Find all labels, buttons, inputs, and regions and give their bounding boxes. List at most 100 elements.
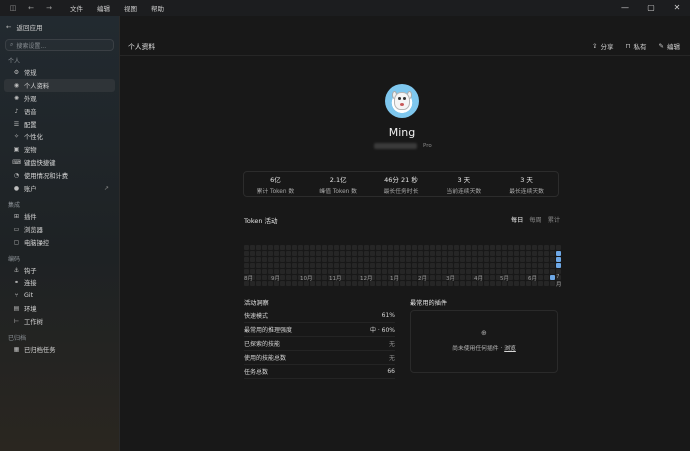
sidebar-item-computer-control[interactable]: ▢ 电脑操控 [4,236,115,249]
sidebar-item-personalization[interactable]: ✧ 个性化 [4,130,115,143]
heatmap-cell [484,263,489,268]
sidebar-item-pet[interactable]: ▣ 宠物 [4,143,115,156]
back-to-app-button[interactable]: ← 返回应用 [0,20,119,33]
tab-cumulative[interactable]: 累计 [548,215,560,224]
close-button[interactable]: ✕ [664,0,690,16]
heatmap-cell [502,251,507,256]
activity-value: 无 [388,341,395,348]
heatmap-cell [298,257,303,262]
sidebar-item-environment[interactable]: ▤ 环境 [4,302,115,315]
menu-edit[interactable]: 编辑 [97,3,110,13]
sidebar-item-label: 个性化 [24,134,43,142]
minimize-button[interactable]: — [612,0,638,16]
share-button[interactable]: ⇪ 分享 [592,41,613,51]
sidebar-item-worktree[interactable]: ⊢ 工作树 [4,315,115,328]
heatmap-cell [448,263,453,268]
sidebar-item-git[interactable]: ⑂ Git [4,289,115,302]
activity-key: 任务总数 [244,369,269,376]
heatmap-cell [352,251,357,256]
sidebar-item-account[interactable]: ● 账户 ↗ [4,182,115,195]
heatmap-cell [292,251,297,256]
browse-plugins-link[interactable]: 浏览 [504,346,516,352]
month-label: 1月 [390,276,399,282]
heatmap-cell [256,257,261,262]
heatmap-cell [376,245,381,250]
heatmap-cell [454,251,459,256]
sparkle-icon: ✧ [13,133,20,141]
plugin-empty-icon: ⊕ [481,329,487,337]
stat-label: 当前连续天数 [446,188,482,195]
back-arrow-icon[interactable]: ← [26,4,36,12]
share-label: 分享 [600,42,614,51]
heatmap-cell [334,251,339,256]
sidebar-item-hooks[interactable]: ⚓ 钩子 [4,264,115,277]
sidebar-item-archived-tasks[interactable]: ▦ 已归档任务 [4,343,115,356]
tab-daily[interactable]: 每日 [511,215,523,224]
sidebar-item-appearance[interactable]: ✺ 外观 [4,92,115,105]
heatmap-cell [382,251,387,256]
heatmap-cell [304,263,309,268]
heatmap-cell [268,251,273,256]
heatmap-cell [526,263,531,268]
heatmap-cell [310,263,315,268]
heatmap-cell [424,251,429,256]
tab-weekly[interactable]: 每周 [529,215,541,224]
heatmap-cell [340,257,345,262]
heatmap-cell [406,257,411,262]
activity-value: 中 · 60% [369,327,395,334]
heatmap-cell [508,251,513,256]
sidebar-item-voice[interactable]: ♪ 语音 [4,105,115,118]
heatmap-cell [496,263,501,268]
sidebar-item-label: 账户 [24,185,37,193]
sidebar-item-browser[interactable]: ▭ 浏览器 [4,223,115,236]
heatmap-cell [520,257,525,262]
settings-search-input[interactable]: ⌕ 搜索设置... [5,39,114,51]
heatmap-cell [514,263,519,268]
heatmap-cell [412,257,417,262]
pencil-icon: ✎ [658,41,664,50]
sidebar-item-label: 外观 [24,95,37,103]
menu-view[interactable]: 视图 [124,3,137,13]
month-label: 10月 [300,276,313,282]
heatmap-cell [298,251,303,256]
sidebar-item-profile[interactable]: ◉ 个人资料 [4,78,115,92]
heatmap-cell [364,251,369,256]
private-label: 私有 [633,42,647,51]
activity-key: 最常用的推理强度 [244,327,293,334]
back-label: 返回应用 [16,23,43,32]
link-icon: ⚭ [13,279,20,287]
heatmap-cell [412,263,417,268]
private-button[interactable]: ⊓ 私有 [625,41,646,51]
sidebar-item-plugins[interactable]: ⊞ 插件 [4,210,115,223]
sidebar-item-shortcuts[interactable]: ⌨ 键盘快捷键 [4,156,115,169]
heatmap-cell [358,257,363,262]
top-spacer [120,16,690,36]
heatmap-cell [286,263,291,268]
heatmap-cell [442,251,447,256]
heatmap-cell [508,257,513,262]
heatmap-cell [460,257,465,262]
activity-row: 快速模式 61% [244,309,395,323]
heatmap-cell [454,257,459,262]
sidebar-toggle-icon[interactable]: ◫ [8,4,18,12]
menu-help[interactable]: 帮助 [151,3,164,13]
search-placeholder: 搜索设置... [16,42,47,50]
heatmap-cell [538,263,543,268]
heatmap-cell [502,257,507,262]
menu-file[interactable]: 文件 [70,3,83,13]
sidebar-item-general[interactable]: ⚙ 常规 [4,66,115,79]
forward-arrow-icon[interactable]: → [44,4,54,12]
sidebar-item-connections[interactable]: ⚭ 连接 [4,276,115,289]
main-panel: 个人资料 ⇪ 分享 ⊓ 私有 ✎ 编辑 Ming Pro 6亿 累计 Token 数 2… [119,16,690,451]
sidebar-item-config[interactable]: ☰ 配置 [4,118,115,131]
sidebar-item-label: 环境 [24,306,37,314]
maximize-button[interactable]: ▢ [638,0,664,16]
group-title-archived: 已归档 [8,335,27,343]
heatmap-cell [550,257,555,262]
sidebar-item-usage[interactable]: ◔ 使用情况和计费 [4,169,115,182]
heatmap-cell [352,257,357,262]
heatmap-cell [406,263,411,268]
edit-button[interactable]: ✎ 编辑 [659,41,680,51]
heatmap-cell [544,257,549,262]
sidebar-item-label: 电脑操控 [24,239,50,247]
